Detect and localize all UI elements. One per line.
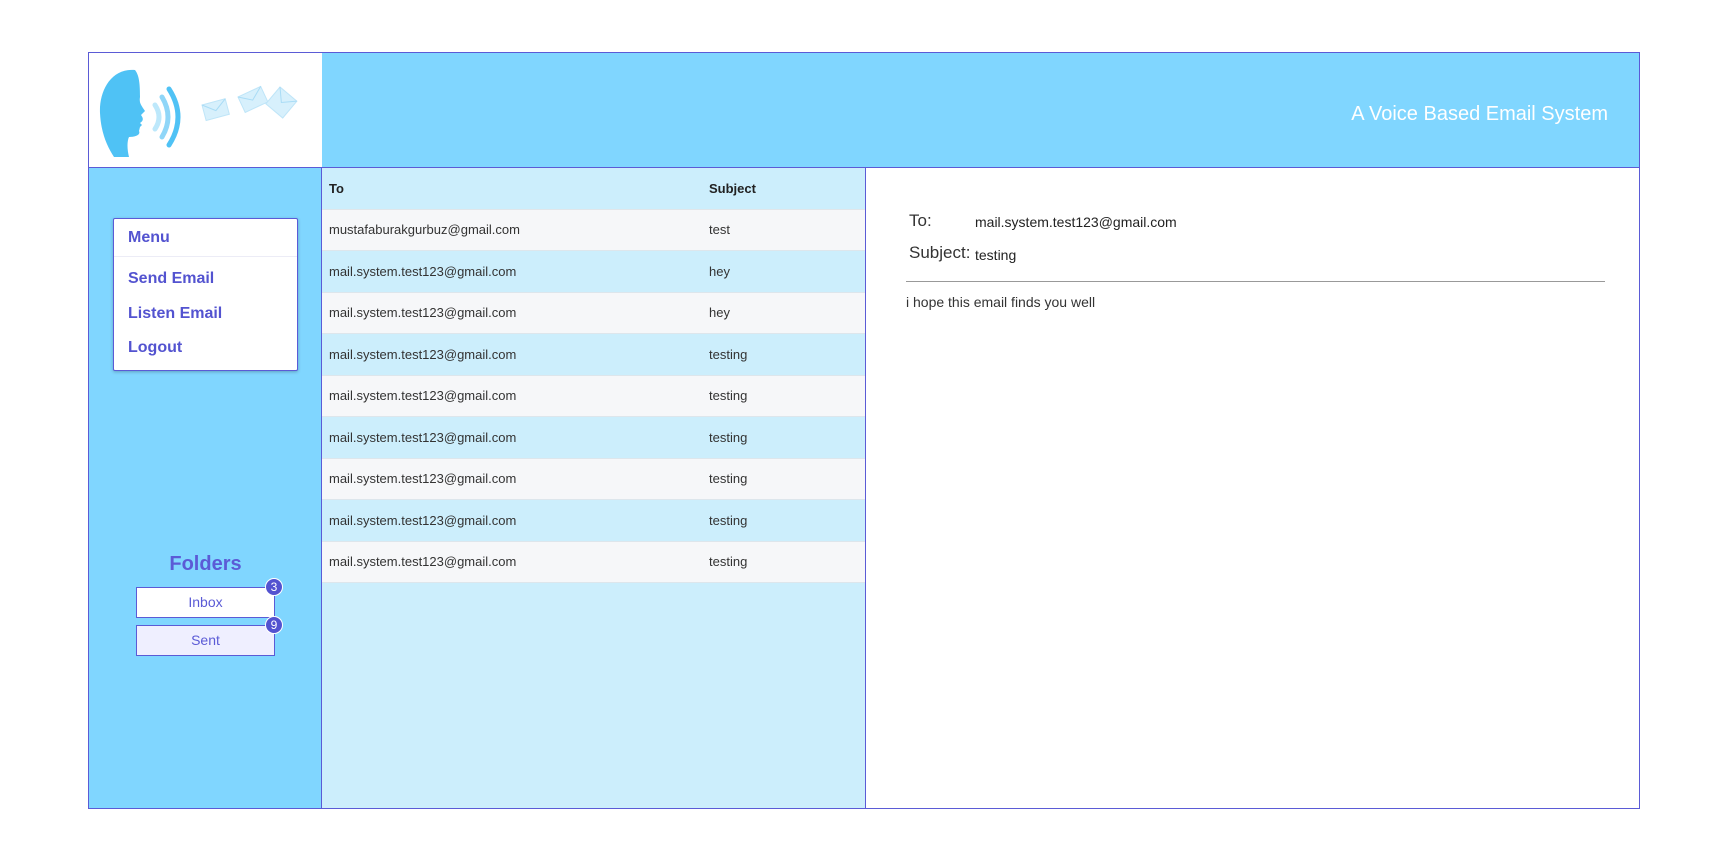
mail-row[interactable]: mail.system.test123@gmail.com testing xyxy=(322,541,865,583)
sidebar: Menu Send Email Listen Email Logout Fold… xyxy=(89,168,322,808)
mail-row[interactable]: mail.system.test123@gmail.com testing xyxy=(322,416,865,459)
header: A Voice Based Email System xyxy=(89,53,1639,168)
column-header-subject: Subject xyxy=(702,168,865,210)
menu-divider xyxy=(114,256,297,257)
subject-value: testing xyxy=(975,247,1017,263)
mail-row[interactable]: mail.system.test123@gmail.com testing xyxy=(322,333,865,376)
mail-row[interactable]: mail.system.test123@gmail.com testing xyxy=(322,458,865,500)
mail-to-cell: mail.system.test123@gmail.com xyxy=(322,541,702,583)
mail-subject-cell: testing xyxy=(702,541,865,583)
mail-subject-cell: hey xyxy=(702,292,865,334)
voice-mail-logo-icon xyxy=(99,69,298,157)
mail-list: To Subject mustafaburakgurbuz@gmail.com … xyxy=(322,168,866,808)
inbox-folder-button[interactable]: Inbox 3 xyxy=(136,578,283,618)
mail-row[interactable]: mail.system.test123@gmail.com hey xyxy=(322,292,865,334)
mail-to-cell: mail.system.test123@gmail.com xyxy=(322,292,702,334)
sent-count-badge: 9 xyxy=(265,616,283,634)
menu-title: Menu xyxy=(128,229,170,246)
inbox-count-badge: 3 xyxy=(265,578,283,596)
mail-subject-cell: hey xyxy=(702,250,865,293)
mail-subject-cell: testing xyxy=(702,458,865,500)
mail-to-cell: mail.system.test123@gmail.com xyxy=(322,250,702,293)
app-title: A Voice Based Email System xyxy=(1351,103,1608,125)
logout-link[interactable]: Logout xyxy=(128,339,182,357)
detail-divider xyxy=(906,281,1605,282)
mail-to-cell: mail.system.test123@gmail.com xyxy=(322,458,702,500)
mail-row[interactable]: mail.system.test123@gmail.com testing xyxy=(322,499,865,542)
listen-email-link[interactable]: Listen Email xyxy=(128,305,222,323)
mail-subject-cell: testing xyxy=(702,416,865,459)
mail-subject-cell: testing xyxy=(702,375,865,417)
menu-card: Menu Send Email Listen Email Logout xyxy=(113,218,298,371)
mail-table: To Subject mustafaburakgurbuz@gmail.com … xyxy=(322,168,865,583)
email-body: i hope this email finds you well xyxy=(906,294,1096,310)
inbox-label: Inbox xyxy=(188,594,223,610)
to-value: mail.system.test123@gmail.com xyxy=(975,214,1177,230)
sent-label: Sent xyxy=(191,632,220,648)
mail-subject-cell: testing xyxy=(702,333,865,376)
column-header-to: To xyxy=(322,168,702,210)
mail-to-cell: mail.system.test123@gmail.com xyxy=(322,375,702,417)
mail-to-cell: mail.system.test123@gmail.com xyxy=(322,333,702,376)
app-window: A Voice Based Email System Menu Send Ema… xyxy=(88,52,1640,809)
send-email-link[interactable]: Send Email xyxy=(128,270,214,288)
mail-to-cell: mail.system.test123@gmail.com xyxy=(322,416,702,459)
mail-row[interactable]: mail.system.test123@gmail.com hey xyxy=(322,250,865,293)
subject-label: Subject: xyxy=(909,243,971,262)
sent-folder-button[interactable]: Sent 9 xyxy=(136,616,283,656)
mail-table-header: To Subject xyxy=(322,168,865,210)
header-banner: A Voice Based Email System xyxy=(322,53,1639,167)
to-label: To: xyxy=(909,211,932,230)
mail-to-cell: mail.system.test123@gmail.com xyxy=(322,499,702,542)
mail-to-cell: mustafaburakgurbuz@gmail.com xyxy=(322,209,702,251)
mail-row[interactable]: mustafaburakgurbuz@gmail.com test xyxy=(322,209,865,251)
email-detail-pane: To: mail.system.test123@gmail.com Subjec… xyxy=(867,168,1639,808)
mail-subject-cell: testing xyxy=(702,499,865,542)
mail-subject-cell: test xyxy=(702,209,865,251)
logo xyxy=(89,53,322,167)
mail-row[interactable]: mail.system.test123@gmail.com testing xyxy=(322,375,865,417)
folders-title: Folders xyxy=(169,553,242,575)
